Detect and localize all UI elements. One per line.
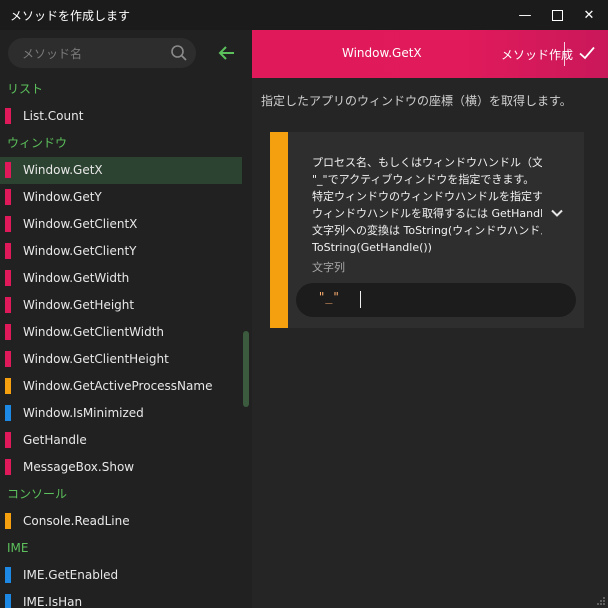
return-type-marker	[5, 270, 11, 286]
title-bar: メソッドを作成します — ✕	[0, 0, 608, 30]
window-title: メソッドを作成します	[10, 9, 131, 23]
method-list-item[interactable]: IME.GetEnabled	[0, 562, 252, 589]
method-name: MessageBox.Show	[23, 460, 135, 474]
method-list-item[interactable]: MessageBox.Show	[0, 454, 252, 481]
category-header: コンソール	[7, 487, 68, 501]
resize-grip-icon[interactable]	[596, 596, 606, 606]
parameter-input[interactable]: "_"	[296, 283, 576, 317]
method-name: Window.GetClientY	[23, 244, 137, 258]
method-name: Window.GetClientWidth	[23, 325, 165, 339]
method-name: Window.GetWidth	[23, 271, 130, 285]
category-header: ウィンドウ	[7, 136, 68, 150]
method-name: Console.ReadLine	[23, 514, 130, 528]
header-divider	[564, 42, 565, 66]
method-name: Window.IsMinimized	[23, 406, 144, 420]
method-list-item[interactable]: List.Count	[0, 103, 252, 130]
close-button[interactable]: ✕	[572, 0, 606, 30]
method-list-item[interactable]: Window.GetClientX	[0, 211, 252, 238]
help-line: プロセス名、もしくはウィンドウハンドル（文字に変換後	[312, 156, 542, 169]
parameter-type: 文字列	[312, 261, 345, 274]
method-list-item[interactable]: GetHandle	[0, 427, 252, 454]
method-list-item[interactable]: Window.GetClientWidth	[0, 319, 252, 346]
method-list-item[interactable]: Window.GetClientHeight	[0, 346, 252, 373]
return-type-marker	[5, 567, 11, 583]
search-icon[interactable]	[170, 44, 188, 62]
return-type-marker	[5, 594, 11, 608]
help-line: ウィンドウハンドルを取得するには GetHandle() メソッド	[312, 207, 542, 220]
chevron-down-icon[interactable]	[550, 206, 564, 220]
method-title: Window.GetX	[342, 46, 422, 60]
method-list-item[interactable]: Window.GetWidth	[0, 265, 252, 292]
help-line: "_"でアクティブウィンドウを指定できます。	[312, 173, 535, 186]
help-line: ToString(GetHandle())	[312, 241, 432, 254]
return-type-marker	[5, 459, 11, 475]
method-sidebar: メソッド名 リスト List.Count ウィンドウ Window.GetX Windo…	[0, 30, 252, 608]
method-list-item[interactable]: Window.GetActiveProcessName	[0, 373, 252, 400]
return-type-marker	[5, 432, 11, 448]
parameter-card: プロセス名、もしくはウィンドウハンドル（文字に変換後 "_"でアクティブウィンドウ…	[270, 132, 584, 328]
method-description: 指定したアプリのウィンドウの座標（横）を取得します。	[261, 94, 572, 108]
method-header: Window.GetX メソッド作成	[252, 30, 608, 78]
method-detail-panel: Window.GetX メソッド作成 指定したアプリのウィンドウの座標（横）を取…	[252, 30, 608, 608]
method-list-item[interactable]: Window.IsMinimized	[0, 400, 252, 427]
create-method-label[interactable]: メソッド作成	[501, 46, 573, 63]
return-type-marker	[5, 351, 11, 367]
maximize-button[interactable]	[540, 0, 574, 30]
method-name: Window.GetClientX	[23, 217, 138, 231]
parameter-type-accent	[270, 132, 288, 328]
text-caret	[360, 291, 361, 308]
return-type-marker	[5, 297, 11, 313]
maximize-icon	[551, 9, 563, 21]
method-name: Window.GetHeight	[23, 298, 135, 312]
method-list-item[interactable]: Window.GetY	[0, 184, 252, 211]
close-icon: ✕	[583, 7, 595, 23]
method-name: Window.GetClientHeight	[23, 352, 169, 366]
method-name: Window.GetY	[23, 190, 102, 204]
method-name: List.Count	[23, 109, 84, 123]
search-input[interactable]: メソッド名	[22, 45, 82, 62]
method-list-item[interactable]: Window.GetClientY	[0, 238, 252, 265]
return-type-marker	[5, 108, 11, 124]
return-type-marker	[5, 189, 11, 205]
return-type-marker	[5, 216, 11, 232]
search-box[interactable]: メソッド名	[8, 38, 196, 68]
method-list-item[interactable]: Window.GetHeight	[0, 292, 252, 319]
return-type-marker	[5, 324, 11, 340]
check-icon[interactable]	[578, 44, 596, 62]
method-list-item[interactable]: Window.GetX	[0, 157, 242, 184]
back-arrow-icon[interactable]	[216, 42, 238, 64]
method-list-item[interactable]: IME.IsHan	[0, 589, 252, 608]
return-type-marker	[5, 243, 11, 259]
help-line: 文字列への変換は ToString(ウィンドウハンドル) メソッド	[312, 224, 542, 237]
minimize-button[interactable]: —	[508, 0, 542, 30]
method-name: IME.GetEnabled	[23, 568, 119, 582]
help-line: 特定ウィンドウのウィンドウハンドルを指定することも可能	[312, 190, 542, 203]
parameter-help: プロセス名、もしくはウィンドウハンドル（文字に変換後 "_"でアクティブウィンドウ…	[312, 154, 542, 256]
method-tree: リスト List.Count ウィンドウ Window.GetX Window.GetY…	[0, 76, 252, 608]
return-type-marker	[5, 405, 11, 421]
sidebar-scrollbar[interactable]	[243, 331, 249, 407]
minimize-icon: —	[518, 7, 532, 23]
return-type-marker	[5, 162, 11, 178]
parameter-value[interactable]: "_"	[318, 290, 340, 304]
method-name: Window.GetActiveProcessName	[23, 379, 213, 393]
category-header: IME	[7, 541, 29, 555]
category-header: リスト	[7, 82, 44, 96]
method-name: Window.GetX	[23, 163, 103, 177]
return-type-marker	[5, 378, 11, 394]
return-type-marker	[5, 513, 11, 529]
method-name: GetHandle	[23, 433, 87, 447]
method-name: IME.IsHan	[23, 595, 83, 608]
method-list-item[interactable]: Console.ReadLine	[0, 508, 252, 535]
